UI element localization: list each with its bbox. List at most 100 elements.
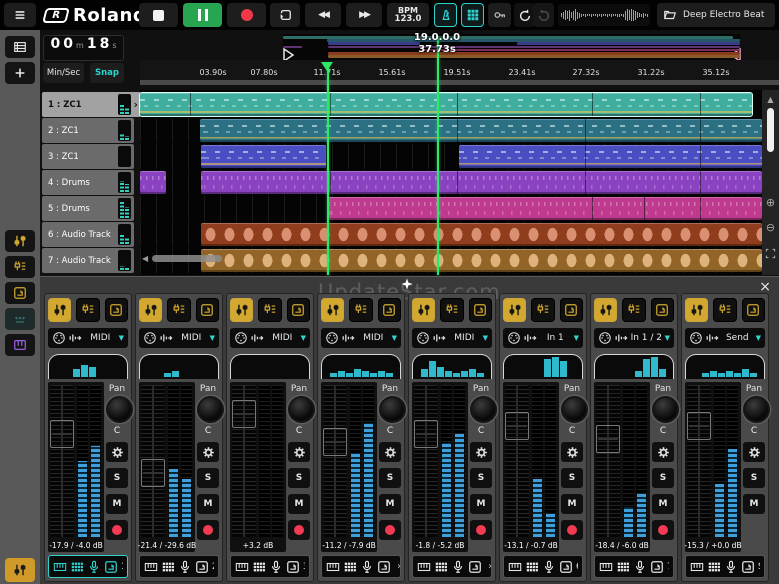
- volume-fader[interactable]: [687, 385, 711, 537]
- channel-label[interactable]: 6 : Audio Track ›: [503, 555, 583, 578]
- fader-handle[interactable]: [141, 459, 165, 487]
- channel-sends-button[interactable]: [167, 298, 190, 322]
- channel-mixer-button[interactable]: [230, 298, 253, 322]
- mute-button[interactable]: M: [197, 494, 219, 514]
- pan-knob[interactable]: [470, 396, 497, 423]
- solo-button[interactable]: S: [379, 468, 401, 488]
- channel-label[interactable]: Send 1 : Delay ›: [685, 555, 765, 578]
- track-lane[interactable]: [140, 118, 762, 143]
- channel-mixer-button[interactable]: [321, 298, 344, 322]
- timeline-ruler[interactable]: 03.90s07.80s11.71s15.61s19.51s23.41s27.3…: [140, 60, 779, 85]
- clip[interactable]: [201, 223, 762, 246]
- track-lane[interactable]: [140, 92, 762, 117]
- record-button[interactable]: [227, 3, 266, 27]
- channel-mixer-button[interactable]: [139, 298, 162, 322]
- volume-fader[interactable]: [505, 385, 529, 537]
- pan-knob[interactable]: [379, 396, 406, 423]
- song-selector-button[interactable]: Deep Electro Beat: [657, 3, 775, 27]
- track-header[interactable]: 1 : ZC1›: [42, 92, 141, 117]
- metronome-button[interactable]: [434, 3, 457, 27]
- fullscreen-button[interactable]: [763, 245, 778, 261]
- volume-fader[interactable]: [50, 385, 74, 537]
- record-arm-button[interactable]: [652, 520, 674, 540]
- channel-sends-button[interactable]: [76, 298, 99, 322]
- record-arm-button[interactable]: [379, 520, 401, 540]
- input-selector[interactable]: Send ▼: [685, 328, 765, 348]
- channel-sends-button[interactable]: [531, 298, 554, 322]
- mute-button[interactable]: M: [106, 494, 128, 514]
- pan-knob[interactable]: [561, 396, 588, 423]
- mute-button[interactable]: M: [470, 494, 492, 514]
- channel-routing-button[interactable]: [378, 298, 401, 322]
- stop-button[interactable]: [139, 3, 178, 27]
- channel-routing-button[interactable]: [469, 298, 492, 322]
- record-arm-button[interactable]: [197, 520, 219, 540]
- pan-knob[interactable]: [743, 396, 770, 423]
- zoom-in-button[interactable]: ⊕: [763, 194, 778, 210]
- record-arm-button[interactable]: [106, 520, 128, 540]
- track-header[interactable]: 4 : Drums: [42, 170, 134, 195]
- solo-button[interactable]: S: [197, 468, 219, 488]
- channel-sends-button[interactable]: [258, 298, 281, 322]
- channel-mixer-button[interactable]: [594, 298, 617, 322]
- channel-sends-button[interactable]: [713, 298, 736, 322]
- fader-handle[interactable]: [505, 412, 529, 440]
- track-header[interactable]: 7 : Audio Track: [42, 248, 134, 273]
- master-view-button[interactable]: [5, 308, 35, 330]
- input-selector[interactable]: In 1 / 2 ▼: [594, 328, 674, 348]
- channel-label[interactable]: 2 : ZC1 ›: [139, 555, 219, 578]
- clip[interactable]: [201, 171, 762, 194]
- loop-button[interactable]: [270, 3, 300, 27]
- solo-button[interactable]: S: [288, 468, 310, 488]
- channel-settings-button[interactable]: [288, 442, 310, 462]
- volume-fader[interactable]: [323, 385, 347, 537]
- input-selector[interactable]: In 1 ▼: [503, 328, 583, 348]
- mute-button[interactable]: M: [743, 494, 765, 514]
- fader-handle[interactable]: [414, 420, 438, 448]
- playhead-line[interactable]: [327, 64, 329, 275]
- sends-view-button[interactable]: [5, 256, 35, 278]
- add-track-button[interactable]: [5, 62, 35, 84]
- track-header[interactable]: 2 : ZC1: [42, 118, 134, 143]
- channel-label[interactable]: 5 : Drums ›: [412, 555, 492, 578]
- key-button[interactable]: [488, 3, 511, 27]
- mute-button[interactable]: M: [652, 494, 674, 514]
- track-header[interactable]: 5 : Drums: [42, 196, 134, 221]
- mute-button[interactable]: M: [561, 494, 583, 514]
- clip[interactable]: [201, 145, 326, 168]
- pan-knob[interactable]: [197, 396, 224, 423]
- scroll-up-button[interactable]: ▲: [763, 91, 778, 107]
- grid-view-button[interactable]: [461, 3, 484, 27]
- input-selector[interactable]: MIDI ▼: [48, 328, 128, 348]
- channel-sends-button[interactable]: [622, 298, 645, 322]
- zoom-out-button[interactable]: ⊖: [763, 219, 778, 235]
- playhead-marker[interactable]: [321, 62, 333, 71]
- track-lane[interactable]: [140, 144, 762, 169]
- fader-handle[interactable]: [232, 400, 256, 428]
- channel-label[interactable]: 1 : ZC1 ›: [48, 555, 128, 578]
- instrument-view-button[interactable]: [5, 334, 35, 356]
- vertical-scroll-thumb[interactable]: [767, 108, 774, 152]
- clip[interactable]: [459, 145, 762, 168]
- mute-button[interactable]: M: [379, 494, 401, 514]
- channel-settings-button[interactable]: [743, 442, 765, 462]
- solo-button[interactable]: S: [652, 468, 674, 488]
- channel-mixer-button[interactable]: [503, 298, 526, 322]
- channel-mixer-button[interactable]: [412, 298, 435, 322]
- solo-button[interactable]: S: [470, 468, 492, 488]
- channel-settings-button[interactable]: [106, 442, 128, 462]
- volume-fader[interactable]: [232, 385, 256, 537]
- returns-view-button[interactable]: [5, 282, 35, 304]
- fader-handle[interactable]: [323, 428, 347, 456]
- channel-routing-button[interactable]: [560, 298, 583, 322]
- input-selector[interactable]: MIDI ▼: [321, 328, 401, 348]
- scroll-left-icon[interactable]: ◀: [142, 254, 148, 263]
- channel-sends-button[interactable]: [349, 298, 372, 322]
- solo-button[interactable]: S: [561, 468, 583, 488]
- track-lane[interactable]: [140, 170, 762, 195]
- tracks-view-button[interactable]: [5, 36, 35, 58]
- redo-button[interactable]: [533, 3, 554, 27]
- volume-fader[interactable]: [414, 385, 438, 537]
- time-mode-button[interactable]: Min/Sec: [43, 63, 84, 83]
- pan-knob[interactable]: [288, 396, 315, 423]
